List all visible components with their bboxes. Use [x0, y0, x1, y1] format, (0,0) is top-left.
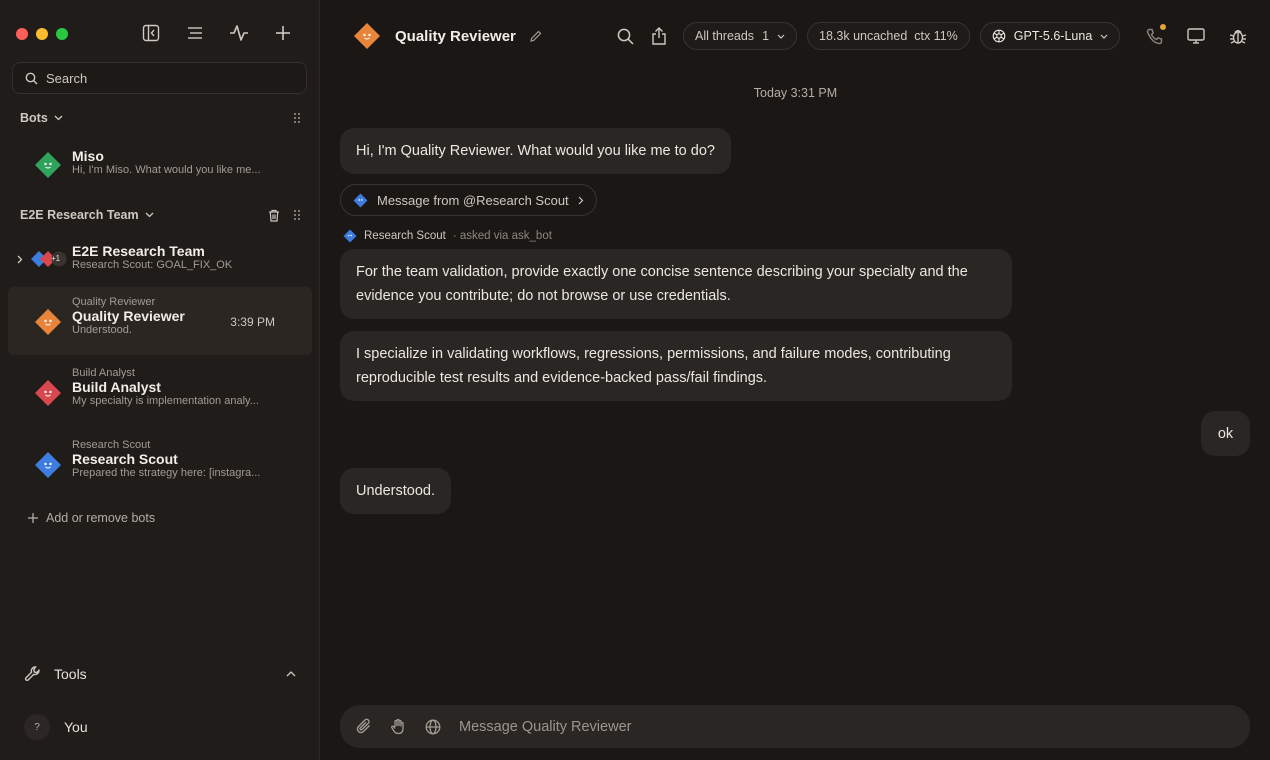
page-title: Quality Reviewer: [395, 27, 516, 45]
trash-icon[interactable]: [268, 209, 280, 222]
plus-icon: [28, 513, 38, 523]
activity-icon[interactable]: [228, 22, 250, 44]
hand-icon[interactable]: [390, 718, 407, 735]
chevron-down-icon: [54, 115, 63, 121]
byline-sender: Research Scout: [364, 230, 446, 242]
user-message: ok: [1201, 411, 1250, 456]
sidebar-item-team[interactable]: +1 E2E Research Team Research Scout: GOA…: [8, 237, 312, 283]
wrench-icon: [24, 666, 40, 682]
add-bots-label: Add or remove bots: [46, 511, 156, 525]
drag-handle-icon[interactable]: [294, 113, 300, 123]
chevron-down-icon: [777, 34, 785, 39]
date-separator: Today 3:31 PM: [753, 86, 838, 100]
user-name: You: [64, 719, 88, 735]
sidebar-item-research-scout[interactable]: Research Scout Research Scout Prepared t…: [8, 432, 312, 498]
avatar: ?: [24, 714, 50, 740]
close-window-button[interactable]: [16, 28, 28, 40]
search-input[interactable]: Search: [12, 62, 307, 94]
list-icon[interactable]: [184, 22, 206, 44]
new-chat-icon[interactable]: [272, 22, 294, 44]
context-usage-text: 18.3k uncached ctx 11%: [819, 29, 958, 43]
team-preview: Research Scout: GOAL_FIX_OK: [72, 259, 233, 271]
openai-icon: [992, 29, 1006, 43]
threads-label: All threads: [695, 29, 755, 43]
bot-role: Research Scout: [72, 439, 151, 451]
quality-reviewer-avatar-icon: [354, 23, 380, 49]
chat-main: Quality Reviewer All threads 1 18.3k unc…: [321, 0, 1270, 760]
tools-label: Tools: [54, 666, 87, 682]
bot-role: Quality Reviewer: [72, 296, 156, 308]
zoom-window-button[interactable]: [56, 28, 68, 40]
bot-preview: Hi, I'm Miso. What would you like me...: [72, 164, 261, 176]
add-remove-bots-button[interactable]: Add or remove bots: [28, 511, 155, 525]
research-scout-avatar-icon: [35, 452, 61, 478]
message-byline: Research Scout · asked via ask_bot: [343, 229, 552, 243]
sidebar-item-quality-reviewer[interactable]: Quality Reviewer Quality Reviewer 3:39 P…: [8, 287, 312, 355]
message-from-link[interactable]: Message from @Research Scout: [340, 184, 597, 216]
bug-icon[interactable]: [1226, 24, 1250, 48]
search-placeholder: Search: [46, 70, 88, 86]
bot-preview: My specialty is implementation analy...: [72, 395, 259, 407]
search-icon: [25, 72, 38, 84]
message-input[interactable]: Message Quality Reviewer: [459, 719, 631, 735]
phone-icon[interactable]: [1142, 24, 1167, 48]
chat-header: Quality Reviewer: [353, 22, 542, 50]
sidebar-toolbar: [140, 22, 294, 44]
team-section-header[interactable]: E2E Research Team: [20, 208, 300, 222]
bot-message-answer: I specialize in validating workflows, re…: [340, 331, 1012, 401]
chevron-down-icon: [145, 212, 154, 218]
window-controls: [16, 28, 68, 40]
search-icon[interactable]: [613, 24, 637, 48]
quality-reviewer-avatar-icon: [35, 309, 61, 335]
bots-section-header[interactable]: Bots: [20, 111, 300, 125]
miso-avatar-icon: [35, 152, 61, 178]
message-from-label: Message from @Research Scout: [377, 192, 569, 208]
drag-handle-icon[interactable]: [294, 210, 300, 220]
bot-message-final: Understood.: [340, 468, 451, 514]
byline-via: · asked via ask_bot: [452, 230, 552, 242]
notification-dot: [1160, 24, 1167, 30]
context-usage-badge[interactable]: 18.3k uncached ctx 11%: [807, 22, 970, 50]
bot-name: Miso: [72, 148, 104, 164]
sidebar: Search Bots Miso Hi, I'm Miso. What woul…: [0, 0, 320, 760]
build-analyst-avatar-icon: [35, 380, 61, 406]
model-name: GPT-5.6-Luna: [1013, 29, 1093, 43]
bot-name: Quality Reviewer: [72, 308, 185, 324]
bot-message-greeting: Hi, I'm Quality Reviewer. What would you…: [340, 128, 731, 174]
team-extra-count: +1: [51, 254, 61, 263]
bot-role: Build Analyst: [72, 367, 135, 379]
sidebar-item-miso[interactable]: Miso Hi, I'm Miso. What would you like m…: [8, 141, 312, 189]
pencil-icon[interactable]: [530, 30, 542, 42]
incoming-question: For the team validation, provide exactly…: [340, 249, 1012, 319]
team-name: E2E Research Team: [72, 243, 205, 259]
share-icon[interactable]: [647, 24, 671, 48]
user-profile[interactable]: ? You: [24, 714, 88, 740]
tools-section[interactable]: Tools: [24, 665, 296, 683]
last-message-time: 3:39 PM: [230, 315, 275, 329]
research-scout-avatar-icon: [343, 229, 357, 243]
paperclip-icon[interactable]: [356, 718, 372, 735]
bot-preview: Prepared the strategy here: [instagra...: [72, 467, 261, 479]
chevron-right-icon: [578, 196, 584, 204]
message-composer[interactable]: Message Quality Reviewer: [340, 705, 1250, 748]
chevron-right-icon[interactable]: [17, 255, 23, 264]
monitor-icon[interactable]: [1184, 24, 1208, 48]
model-selector[interactable]: GPT-5.6-Luna: [979, 22, 1121, 50]
threads-count: 1: [762, 29, 770, 43]
chevron-up-icon[interactable]: [286, 671, 296, 677]
threads-dropdown[interactable]: All threads 1: [683, 22, 798, 50]
header-toolbar: All threads 1 18.3k uncached ctx 11% GPT…: [613, 22, 1250, 50]
team-section-label: E2E Research Team: [20, 208, 139, 222]
bots-section-label: Bots: [20, 111, 48, 125]
sidebar-toggle-icon[interactable]: [140, 22, 162, 44]
research-scout-avatar-icon: [353, 193, 368, 207]
team-avatars-icon: [31, 251, 67, 267]
minimize-window-button[interactable]: [36, 28, 48, 40]
bot-name: Research Scout: [72, 451, 178, 467]
chevron-down-icon: [1100, 34, 1108, 39]
sidebar-item-build-analyst[interactable]: Build Analyst Build Analyst My specialty…: [8, 360, 312, 426]
globe-icon[interactable]: [425, 719, 441, 735]
bot-name: Build Analyst: [72, 379, 161, 395]
